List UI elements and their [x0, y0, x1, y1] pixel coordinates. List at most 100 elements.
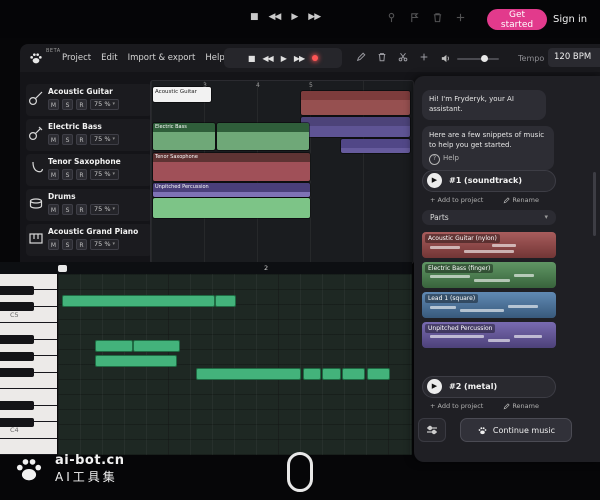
record-arm-button[interactable]: R	[76, 99, 87, 110]
track-tenor-saxophone[interactable]: Tenor Saxophone M S R 75 %▾	[26, 154, 152, 186]
menu-help[interactable]: Help	[205, 53, 224, 63]
midi-note[interactable]	[215, 295, 236, 307]
menu-project[interactable]: Project	[62, 53, 91, 63]
midi-note[interactable]	[133, 340, 180, 352]
pencil-icon[interactable]	[356, 52, 366, 62]
plus-icon[interactable]	[419, 52, 429, 62]
volume-slider[interactable]	[457, 58, 499, 60]
plus-icon[interactable]	[455, 12, 466, 23]
piano-black-key[interactable]	[0, 335, 34, 344]
midi-note[interactable]	[303, 368, 321, 380]
snippet-2-pill[interactable]: ▶ #2 (metal)	[422, 376, 556, 398]
part-card-acoustic-guitar[interactable]: Acoustic Guitar (nylon)	[422, 232, 556, 258]
part-card-unpitched-percussion[interactable]: Unpitched Percussion	[422, 322, 556, 348]
track-acoustic-grand-piano[interactable]: Acoustic Grand Piano M S R 75 %▾	[26, 224, 152, 256]
midi-note[interactable]	[62, 295, 215, 307]
fast-forward-icon[interactable]: ▶▶	[308, 12, 320, 22]
clip-purple[interactable]	[301, 117, 410, 137]
mute-button[interactable]: M	[48, 134, 59, 145]
volume-control[interactable]: 75 %▾	[90, 204, 119, 215]
stop-icon[interactable]: ■	[250, 12, 258, 22]
midi-note[interactable]	[95, 340, 133, 352]
midi-note[interactable]	[367, 368, 390, 380]
midi-note[interactable]	[322, 368, 341, 380]
mute-button[interactable]: M	[48, 169, 59, 180]
solo-button[interactable]: S	[62, 204, 73, 215]
clip-unpitched-percussion[interactable]: Unpitched Percussion	[153, 183, 310, 197]
ruler-bar-number: 5	[309, 82, 313, 89]
rewind-icon[interactable]: ◀◀	[262, 54, 272, 63]
play-icon[interactable]: ▶	[427, 379, 442, 394]
solo-button[interactable]: S	[62, 99, 73, 110]
record-arm-button[interactable]: R	[76, 134, 87, 145]
midi-note[interactable]	[196, 368, 301, 380]
rename-button[interactable]: Rename	[503, 196, 539, 204]
piano-black-key[interactable]	[0, 286, 34, 295]
stop-icon[interactable]: ■	[248, 54, 255, 63]
clip-red[interactable]	[301, 91, 410, 115]
tempo-value[interactable]: 120 BPM	[548, 48, 600, 67]
guitar-icon	[28, 90, 44, 106]
rename-button[interactable]: Rename	[503, 402, 539, 410]
track-drums[interactable]: Drums M S R 75 %▾	[26, 189, 152, 221]
volume-control[interactable]: 75 %▾	[90, 99, 119, 110]
menu-import-export[interactable]: Import & export	[128, 53, 196, 63]
clip-acoustic-guitar[interactable]: Acoustic Guitar	[153, 87, 211, 102]
snippet-1-pill[interactable]: ▶ #1 (soundtrack)	[422, 170, 556, 192]
piano-black-key[interactable]	[0, 352, 34, 361]
record-icon[interactable]	[312, 55, 318, 61]
rewind-icon[interactable]: ◀◀	[269, 12, 281, 22]
piano-black-key[interactable]	[0, 401, 34, 410]
get-started-button[interactable]: Get started	[487, 9, 547, 30]
arrangement-grid[interactable]: 3 4 5 Acoustic Guitar Electric Bass	[150, 80, 414, 264]
play-icon[interactable]: ▶	[281, 54, 286, 63]
fast-forward-icon[interactable]: ▶▶	[294, 54, 304, 63]
midi-note[interactable]	[342, 368, 365, 380]
note-grid[interactable]	[58, 274, 412, 455]
record-arm-button[interactable]: R	[76, 204, 87, 215]
parts-dropdown[interactable]: Parts▾	[422, 210, 556, 225]
piano-black-key[interactable]	[0, 368, 34, 377]
record-arm-button[interactable]: R	[76, 239, 87, 250]
mute-button[interactable]: M	[48, 239, 59, 250]
volume-control[interactable]: 75 %▾	[90, 169, 119, 180]
part-card-electric-bass[interactable]: Electric Bass (finger)	[422, 262, 556, 288]
site-transport-controls: ■ ◀◀ ▶ ▶▶	[250, 12, 320, 22]
mute-button[interactable]: M	[48, 204, 59, 215]
help-link[interactable]: ? Help	[429, 154, 547, 165]
add-to-project-button[interactable]: + Add to project	[430, 402, 483, 410]
solo-button[interactable]: S	[62, 169, 73, 180]
trash-icon[interactable]	[377, 52, 387, 62]
part-card-lead-1[interactable]: Lead 1 (square)	[422, 292, 556, 318]
mute-button[interactable]: M	[48, 99, 59, 110]
mixer-settings-button[interactable]	[418, 418, 446, 442]
record-arm-button[interactable]: R	[76, 169, 87, 180]
add-to-project-button[interactable]: + Add to project	[430, 196, 483, 204]
menu-edit[interactable]: Edit	[101, 53, 117, 63]
clip-purple-small[interactable]	[341, 139, 410, 153]
app-logo-paw-icon[interactable]	[28, 50, 44, 66]
solo-button[interactable]: S	[62, 134, 73, 145]
midi-note[interactable]	[95, 355, 177, 367]
track-electric-bass[interactable]: Electric Bass M S R 75 %▾	[26, 119, 152, 151]
panel-scrollbar[interactable]	[593, 172, 596, 236]
track-acoustic-guitar[interactable]: Acoustic Guitar M S R 75 %▾	[26, 84, 152, 116]
speaker-icon[interactable]	[440, 53, 451, 64]
volume-control[interactable]: 75 %▾	[90, 239, 119, 250]
clip-green-selected[interactable]	[153, 198, 310, 218]
clip-green[interactable]	[217, 123, 309, 150]
scissors-icon[interactable]	[398, 52, 408, 62]
play-icon[interactable]: ▶	[291, 12, 297, 22]
clip-tenor-saxophone[interactable]: Tenor Saxophone	[153, 153, 310, 181]
trash-icon[interactable]	[432, 12, 443, 23]
flag-icon[interactable]	[409, 12, 420, 23]
pin-icon[interactable]	[386, 12, 397, 23]
solo-button[interactable]: S	[62, 239, 73, 250]
volume-control[interactable]: 75 %▾	[90, 134, 119, 145]
play-icon[interactable]: ▶	[427, 173, 442, 188]
volume-slider-knob[interactable]	[481, 55, 488, 62]
sign-in-link[interactable]: Sign in	[553, 14, 587, 25]
continue-music-button[interactable]: Continue music	[460, 418, 572, 442]
clip-electric-bass[interactable]: Electric Bass	[153, 123, 215, 150]
loop-start-marker[interactable]	[58, 265, 67, 272]
